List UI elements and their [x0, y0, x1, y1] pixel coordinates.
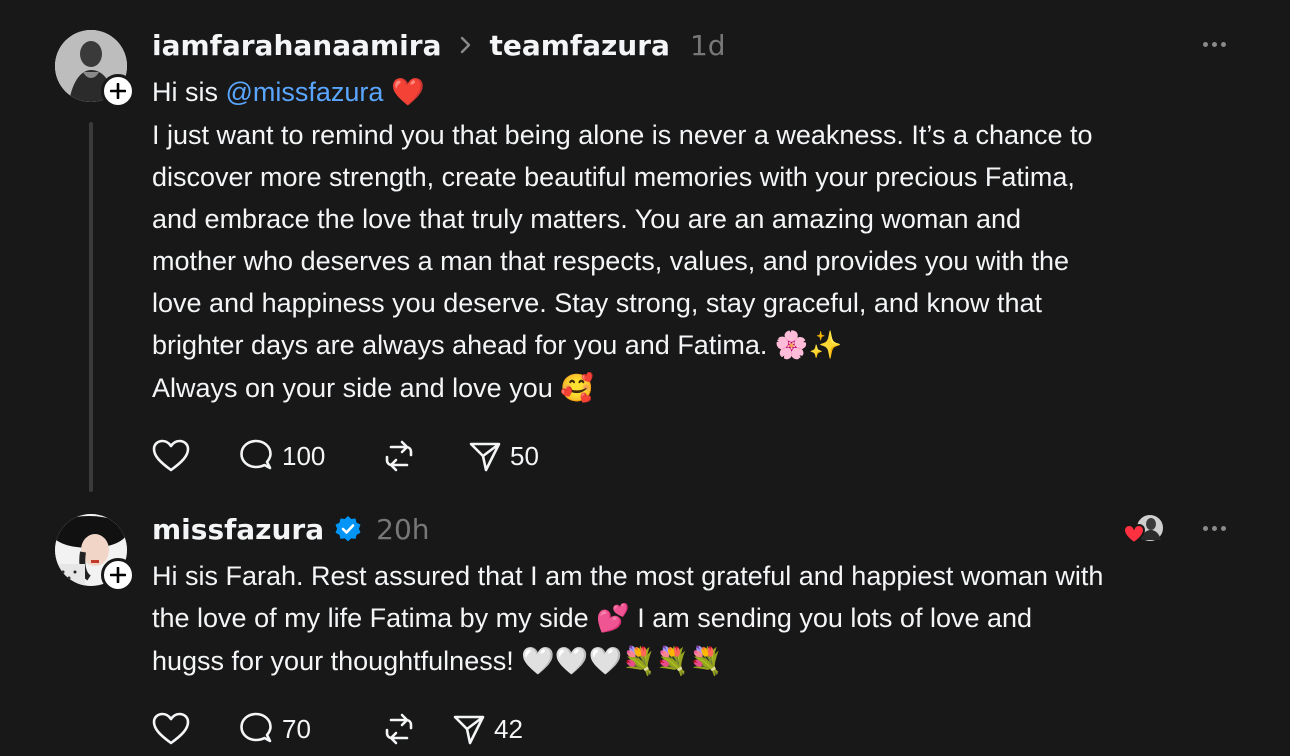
smiling-hearts-emoji: 🥰 [560, 373, 594, 404]
send-icon [469, 442, 501, 472]
share-button[interactable]: 50 [468, 439, 539, 473]
post-line: I just want to remind you that being alo… [152, 120, 1093, 150]
follow-plus-icon[interactable] [101, 558, 135, 592]
author-username[interactable]: missfazura [152, 513, 324, 546]
comment-bubble-icon [240, 712, 272, 743]
comment-bubble-icon [240, 439, 272, 470]
heart-icon [152, 439, 190, 472]
author-username[interactable]: iamfarahanaamira [152, 29, 441, 62]
line-text: hugss for your thoughtfulness! [152, 646, 522, 676]
post-header: iamfarahanaamira teamfazura 1d [152, 25, 726, 65]
repost-icon [385, 440, 413, 472]
greeting-text: Hi sis [152, 77, 226, 107]
repost-icon [385, 713, 413, 745]
repost-button[interactable] [382, 439, 468, 473]
post-line: and embrace the love that truly matters.… [152, 204, 1022, 234]
chevron-right-icon [459, 35, 473, 55]
author-avatar[interactable] [55, 514, 135, 592]
verified-badge-icon [334, 515, 362, 543]
post-line: Always on your side and love you 🥰 [152, 367, 1262, 410]
post-timestamp[interactable]: 1d [690, 29, 726, 62]
line-text: Always on your side and love you [152, 373, 561, 403]
post-actions: 70 42 [152, 709, 523, 749]
post-line: Hi sis @missfazura ❤️ [152, 71, 1262, 114]
comment-button[interactable]: 70 [238, 711, 382, 747]
share-count: 50 [510, 440, 539, 471]
share-count: 42 [494, 713, 523, 744]
like-button[interactable] [152, 712, 238, 746]
mention-link[interactable]: @missfazura [226, 77, 384, 107]
threads-thread-view: iamfarahanaamira teamfazura 1d Hi sis @m… [0, 0, 1290, 756]
post-header: missfazura 20h [152, 509, 430, 549]
send-icon [453, 715, 485, 745]
more-options-icon[interactable] [1203, 518, 1226, 538]
heart-icon [152, 712, 190, 745]
post-line: discover more strength, create beautiful… [152, 162, 1075, 192]
post-line: brighter days are always ahead for you a… [152, 324, 1262, 367]
post-text: Hi sis @missfazura ❤️ I just want to rem… [152, 71, 1262, 410]
more-options-icon[interactable] [1203, 34, 1226, 54]
post-missfazura: missfazura 20h Hi sis Farah. Rest assure… [0, 500, 1290, 756]
post-text: Hi sis Farah. Rest assured that I am the… [152, 555, 1262, 683]
repost-button[interactable] [382, 712, 452, 746]
two-hearts-emoji: 💕 [596, 603, 630, 634]
post-line: hugss for your thoughtfulness! 🤍🤍🤍💐💐💐 [152, 640, 1262, 683]
line-text: brighter days are always ahead for you a… [152, 330, 775, 360]
thread-connector-line [89, 122, 93, 492]
comment-count: 70 [282, 713, 311, 744]
post-timestamp[interactable]: 20h [376, 513, 429, 546]
post-line: mother who deserves a man that respects,… [152, 246, 1069, 276]
white-hearts-bouquet-emoji: 🤍🤍🤍💐💐💐 [521, 646, 723, 677]
post-line: the love of my life Fatima by my side 💕 … [152, 597, 1262, 640]
author-liked-indicator [1122, 513, 1168, 547]
line-text: I am sending you lots of love and [629, 603, 1033, 633]
liked-by-author-avatar [1122, 513, 1165, 545]
red-heart-emoji: ❤️ [390, 77, 425, 108]
author-avatar[interactable] [55, 30, 135, 108]
share-button[interactable]: 42 [452, 712, 523, 746]
blossom-sparkles-emoji: 🌸✨ [774, 330, 843, 361]
post-line: love and happiness you deserve. Stay str… [152, 288, 1043, 318]
reply-to-username[interactable]: teamfazura [489, 29, 669, 62]
like-button[interactable] [152, 439, 238, 473]
comment-button[interactable]: 100 [238, 438, 382, 474]
post-line: Hi sis Farah. Rest assured that I am the… [152, 561, 1104, 591]
post-actions: 100 50 [152, 436, 539, 476]
comment-count: 100 [282, 440, 326, 471]
post-iamfarahanaamira: iamfarahanaamira teamfazura 1d Hi sis @m… [0, 0, 1290, 500]
follow-plus-icon[interactable] [101, 74, 135, 108]
line-text: the love of my life Fatima by my side [152, 603, 597, 633]
